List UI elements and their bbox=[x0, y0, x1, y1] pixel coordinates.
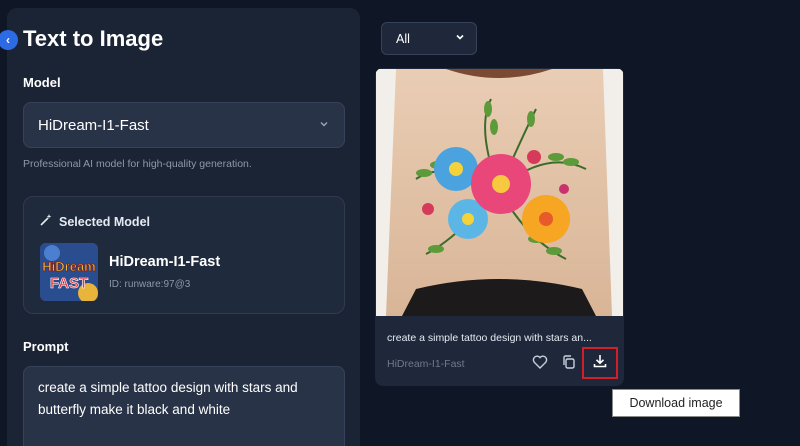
model-select-value: HiDream-I1-Fast bbox=[38, 116, 149, 134]
model-thumbnail: HiDream FAST bbox=[40, 243, 98, 301]
heart-icon bbox=[532, 354, 548, 375]
svg-text:HiDream: HiDream bbox=[42, 259, 95, 274]
chevron-down-icon bbox=[318, 117, 330, 134]
selected-model-id: ID: runware:97@3 bbox=[109, 279, 191, 290]
model-label: Model bbox=[23, 75, 61, 90]
svg-text:FAST: FAST bbox=[50, 275, 88, 292]
collapse-panel-button[interactable]: ‹ bbox=[0, 30, 18, 50]
download-tooltip: Download image bbox=[612, 389, 740, 417]
selected-model-card: Selected Model HiDream FAST HiDream-I1-F… bbox=[23, 196, 345, 314]
download-icon bbox=[592, 353, 608, 374]
copy-button[interactable] bbox=[556, 351, 582, 377]
prompt-textarea[interactable]: create a simple tattoo design with stars… bbox=[23, 366, 345, 446]
favorite-button[interactable] bbox=[527, 351, 553, 377]
settings-panel: ‹ Text to Image Model HiDream-I1-Fast Pr… bbox=[0, 8, 360, 446]
chevron-left-icon: ‹ bbox=[6, 33, 10, 47]
page-title: Text to Image bbox=[23, 26, 164, 51]
download-button[interactable] bbox=[582, 347, 618, 379]
filter-select-value: All bbox=[396, 31, 410, 46]
generated-image[interactable] bbox=[376, 69, 623, 316]
selected-model-name: HiDream-I1-Fast bbox=[109, 254, 221, 270]
result-caption: create a simple tattoo design with stars… bbox=[387, 332, 592, 344]
chevron-down-icon bbox=[454, 31, 466, 46]
filter-select[interactable]: All bbox=[381, 22, 477, 55]
selected-model-heading: Selected Model bbox=[59, 214, 150, 229]
result-model: HiDream-I1-Fast bbox=[387, 358, 465, 370]
model-helper-text: Professional AI model for high-quality g… bbox=[23, 158, 252, 170]
model-select[interactable]: HiDream-I1-Fast bbox=[23, 102, 345, 148]
copy-icon bbox=[561, 354, 577, 375]
prompt-label: Prompt bbox=[23, 339, 69, 354]
result-card: create a simple tattoo design with stars… bbox=[375, 68, 624, 386]
magic-wand-icon bbox=[39, 213, 53, 230]
